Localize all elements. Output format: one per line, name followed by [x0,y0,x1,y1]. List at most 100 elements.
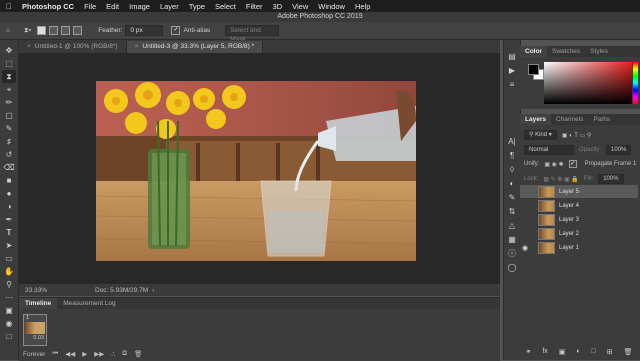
clone-source-icon[interactable]: ⇅ [506,206,518,217]
layer-name[interactable]: Layer 1 [559,245,579,251]
adjustment-layer-icon[interactable]: ◐ [576,348,580,358]
animation-frame[interactable]: 1 0.03 [23,314,47,346]
adjustments-icon[interactable]: ◐ [506,178,518,189]
layer-row[interactable]: ◉ Layer 1 [520,241,638,254]
antialias-checkbox[interactable]: ✓ [171,26,181,35]
duplicate-frame-icon[interactable]: ⧉ [122,350,127,358]
hand-tool-icon[interactable]: ✋ [2,265,16,278]
tab-styles[interactable]: Styles [585,46,613,57]
gradient-tool-icon[interactable]: ■ [2,174,16,187]
menu-filter[interactable]: Filter [246,2,263,11]
close-icon[interactable]: × [27,43,31,50]
lasso-tool-preset-icon[interactable]: ⧗▾ [24,27,31,35]
menu-view[interactable]: View [292,2,308,11]
layer-name[interactable]: Layer 5 [559,189,579,195]
add-mask-icon[interactable]: ▣ [559,348,566,358]
tab-swatches[interactable]: Swatches [547,46,585,57]
app-menu[interactable]: Photoshop CC [22,2,74,11]
opacity-input[interactable]: 100% [606,145,632,155]
history-brush-icon[interactable]: ↺ [2,148,16,161]
menu-type[interactable]: Type [189,2,205,11]
home-icon[interactable]: ⌂ [6,27,10,34]
propagate-checkbox[interactable]: ✓ [568,160,577,168]
fx-icon[interactable]: fx [542,348,547,358]
select-and-mask-button[interactable]: Select and Mask... [225,25,280,43]
eye-icon[interactable]: ◉ [520,244,530,252]
next-frame-icon[interactable]: ▶▶ [94,350,104,358]
tab-layers[interactable]: Layers [520,114,551,125]
marquee-tool-icon[interactable]: ⬚ [2,57,16,70]
color-picker-field[interactable] [544,62,632,104]
quick-mask-icon[interactable]: ◉ [2,317,16,330]
dodge-tool-icon[interactable]: ◑ [2,200,16,213]
trash-icon[interactable]: 🗑 [134,350,142,358]
crop-tool-icon[interactable]: ⌖ [2,83,16,96]
layer-name[interactable]: Layer 4 [559,203,579,209]
3d-icon[interactable]: △ [506,220,518,231]
document-canvas-image[interactable] [96,81,416,261]
tab-paths[interactable]: Paths [588,114,615,125]
frame-duration[interactable]: 0.03 [24,335,44,341]
eyedropper-tool-icon[interactable]: ✏ [2,96,16,109]
intersect-selection-icon[interactable] [73,26,83,35]
unify-icons[interactable]: ▣ ◉ ✺ [544,161,563,168]
tab-measurement-log[interactable]: Measurement Log [57,298,121,309]
menu-3d[interactable]: 3D [273,2,283,11]
layer-row[interactable]: Layer 4 [520,199,638,212]
layer-row[interactable]: Layer 2 [520,227,638,240]
paragraph-icon[interactable]: ¶ [506,150,518,161]
foreground-color-swatch[interactable] [528,64,539,75]
rectangle-tool-icon[interactable]: ▭ [2,252,16,265]
layer-name[interactable]: Layer 3 [559,217,579,223]
info-icon[interactable]: ⓘ [506,248,518,259]
first-frame-icon[interactable]: ⏮ [52,350,58,358]
delete-layer-icon[interactable]: 🗑 [624,348,633,358]
menu-image[interactable]: Image [129,2,150,11]
libraries-icon[interactable]: ▦ [506,234,518,245]
tween-icon[interactable]: ∴ [111,350,115,358]
close-icon[interactable]: × [135,43,139,50]
move-tool-icon[interactable]: ✥ [2,44,16,57]
color-swatches-icon[interactable]: ▣ [2,304,16,317]
navigator-icon[interactable]: ◯ [506,262,518,273]
new-layer-icon[interactable]: ⊞ [607,348,613,358]
history-icon[interactable]: ▤ [506,51,518,62]
loop-select[interactable]: Forever [23,351,45,358]
layer-row[interactable]: Layer 3 [520,213,638,226]
tab-color[interactable]: Color [520,46,547,57]
zoom-tool-icon[interactable]: ⚲ [2,278,16,291]
glyphs-icon[interactable]: ◊ [506,164,518,175]
tab-untitled-3[interactable]: × Untitled-3 @ 33.3% (Layer 5, RGB/8) * [126,41,264,53]
character-icon[interactable]: A| [506,136,518,147]
menu-select[interactable]: Select [215,2,236,11]
new-selection-icon[interactable] [37,26,47,35]
prev-frame-icon[interactable]: ◀◀ [65,350,75,358]
tab-timeline[interactable]: Timeline [19,298,58,309]
healing-brush-icon[interactable]: ▢ [2,109,16,122]
layer-row[interactable]: Layer 5 [520,185,638,198]
feather-input[interactable]: 0 px [125,25,164,36]
eraser-tool-icon[interactable]: ⌫ [2,161,16,174]
more-tools-icon[interactable]: ··· [2,291,16,304]
link-layers-icon[interactable]: ⚭ [525,348,531,358]
screen-mode-icon[interactable]: □ [2,330,16,343]
pen-tool-icon[interactable]: ✒ [2,213,16,226]
menu-help[interactable]: Help [355,2,370,11]
play-icon[interactable]: ▶ [82,350,87,358]
clone-stamp-icon[interactable]: ♯ [2,135,16,148]
subtract-selection-icon[interactable] [61,26,71,35]
properties-icon[interactable]: ≡ [506,79,518,90]
kind-filter-select[interactable]: ⚲ Kind ▾ [524,130,557,140]
menu-edit[interactable]: Edit [106,2,119,11]
lock-icons[interactable]: ▦ ✎ ✥ ▣ 🔒 [543,176,579,183]
brush-tool-icon[interactable]: ✎ [2,122,16,135]
chevron-right-icon[interactable]: › [152,287,154,294]
lasso-tool-icon[interactable]: ⧗ [2,70,16,83]
play-actions-icon[interactable]: ▶ [506,65,518,76]
menu-file[interactable]: File [84,2,96,11]
add-selection-icon[interactable] [49,26,59,35]
filter-icons[interactable]: ▣ ◐ T ▭ ⚲ [562,132,591,139]
blur-tool-icon[interactable]: ● [2,187,16,200]
tab-channels[interactable]: Channels [551,114,588,125]
path-selection-icon[interactable]: ➤ [2,239,16,252]
